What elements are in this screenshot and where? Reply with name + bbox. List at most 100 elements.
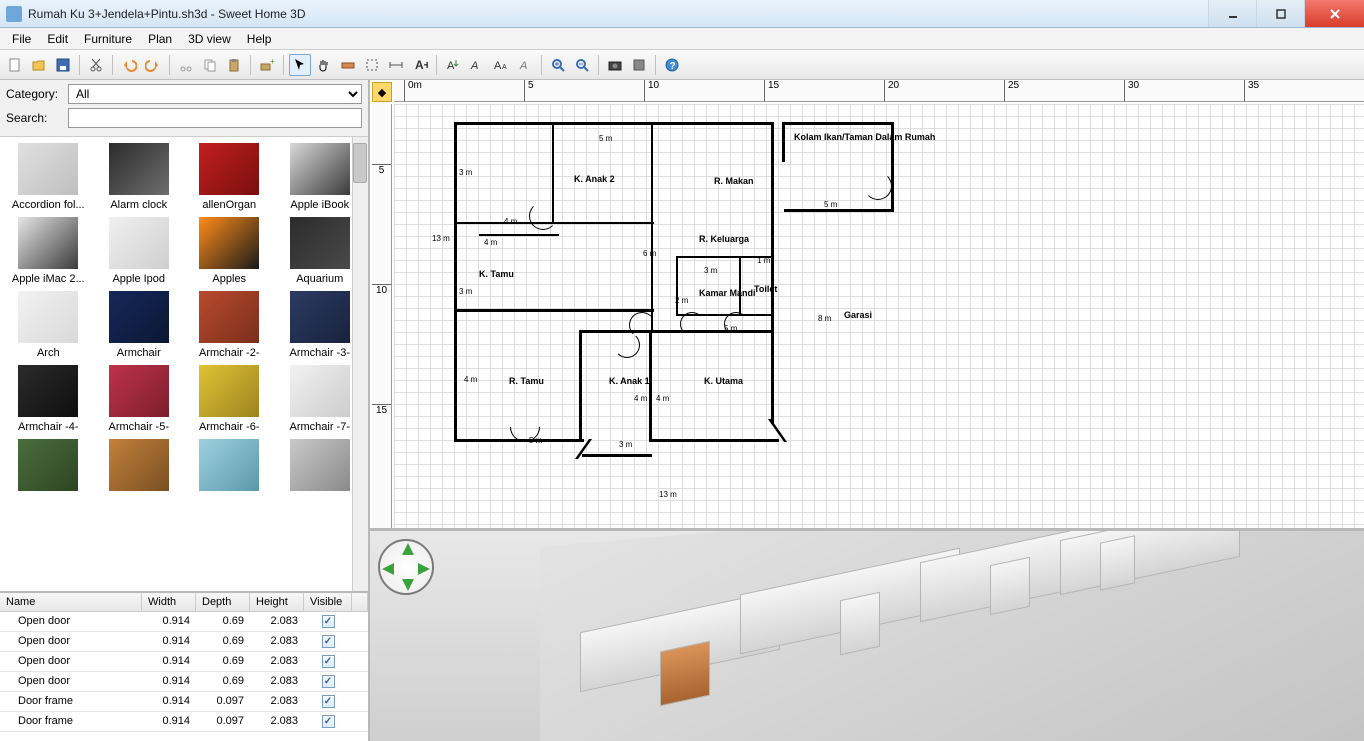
- ruler-vertical: 51015: [372, 104, 392, 528]
- ruler-tick: 10: [644, 80, 659, 101]
- nav-left-icon[interactable]: [382, 563, 394, 575]
- catalog-item[interactable]: [97, 439, 182, 495]
- zoom-out-button[interactable]: [571, 54, 593, 76]
- catalog-item[interactable]: [278, 439, 363, 495]
- app-icon: [6, 6, 22, 22]
- category-select[interactable]: All: [68, 84, 362, 104]
- col-depth[interactable]: Depth: [196, 593, 250, 612]
- import-furniture-button[interactable]: A: [442, 54, 464, 76]
- menu-3dview[interactable]: 3D view: [180, 29, 239, 49]
- catalog-item[interactable]: Apples: [187, 217, 272, 285]
- svg-text:A: A: [494, 60, 502, 72]
- catalog-thumb: [290, 365, 350, 417]
- plan-view[interactable]: ◆ 0m5101520253035 51015: [370, 80, 1364, 531]
- cell-depth: 0.69: [196, 632, 250, 652]
- 3d-view[interactable]: [370, 531, 1364, 741]
- catalog-item[interactable]: Armchair: [97, 291, 182, 359]
- table-row[interactable]: Open door 0.914 0.69 2.083: [0, 672, 368, 692]
- col-width[interactable]: Width: [142, 593, 196, 612]
- cell-width: 0.914: [142, 692, 196, 712]
- catalog-thumb: [199, 217, 259, 269]
- table-row[interactable]: Door frame 0.914 0.097 2.083: [0, 712, 368, 732]
- catalog-item[interactable]: Alarm clock: [97, 143, 182, 211]
- catalog-item[interactable]: Apple iBook: [278, 143, 363, 211]
- new-button[interactable]: [4, 54, 26, 76]
- scroll-thumb[interactable]: [353, 143, 367, 183]
- cell-visible[interactable]: [304, 652, 352, 672]
- font-size-button[interactable]: AA: [490, 54, 512, 76]
- cell-visible[interactable]: [304, 692, 352, 712]
- col-name[interactable]: Name: [0, 593, 142, 612]
- photo-button[interactable]: [604, 54, 626, 76]
- table-row[interactable]: Open door 0.914 0.69 2.083: [0, 652, 368, 672]
- catalog-item[interactable]: Aquarium: [278, 217, 363, 285]
- cell-depth: 0.69: [196, 612, 250, 632]
- catalog-item[interactable]: Armchair -6-: [187, 365, 272, 433]
- cell-visible[interactable]: [304, 672, 352, 692]
- cell-visible[interactable]: [304, 612, 352, 632]
- catalog-scrollbar[interactable]: [352, 137, 368, 591]
- table-row[interactable]: Open door 0.914 0.69 2.083: [0, 612, 368, 632]
- close-button[interactable]: [1304, 0, 1364, 27]
- menu-file[interactable]: File: [4, 29, 39, 49]
- col-height[interactable]: Height: [250, 593, 304, 612]
- catalog-item[interactable]: Armchair -7-: [278, 365, 363, 433]
- wall-tool[interactable]: [337, 54, 359, 76]
- dimension-label: 3 m: [459, 287, 472, 296]
- nav-right-icon[interactable]: [418, 563, 430, 575]
- select-tool[interactable]: [289, 54, 311, 76]
- nav-wheel[interactable]: [378, 539, 434, 595]
- help-button[interactable]: ?: [661, 54, 683, 76]
- minimize-button[interactable]: [1208, 0, 1256, 27]
- catalog-item[interactable]: allenOrgan: [187, 143, 272, 211]
- catalog-item[interactable]: [6, 439, 91, 495]
- save-button[interactable]: [52, 54, 74, 76]
- cut-button[interactable]: [85, 54, 107, 76]
- undo-button[interactable]: [118, 54, 140, 76]
- add-furniture-button[interactable]: +: [256, 54, 278, 76]
- cell-visible[interactable]: [304, 632, 352, 652]
- catalog-thumb: [109, 217, 169, 269]
- catalog-item[interactable]: [187, 439, 272, 495]
- room-label: Kamar Mandi: [699, 288, 756, 298]
- catalog-item[interactable]: Apple iMac 2...: [6, 217, 91, 285]
- maximize-button[interactable]: [1256, 0, 1304, 27]
- nav-up-icon[interactable]: [402, 543, 414, 555]
- menu-edit[interactable]: Edit: [39, 29, 76, 49]
- cell-visible[interactable]: [304, 712, 352, 732]
- room-tool[interactable]: [361, 54, 383, 76]
- col-visible[interactable]: Visible: [304, 593, 352, 612]
- table-row[interactable]: Open door 0.914 0.69 2.083: [0, 632, 368, 652]
- open-button[interactable]: [28, 54, 50, 76]
- font-bold-button[interactable]: A: [466, 54, 488, 76]
- pan-tool[interactable]: [313, 54, 335, 76]
- copy-button[interactable]: [199, 54, 221, 76]
- catalog-thumb: [18, 291, 78, 343]
- catalog-item[interactable]: Armchair -5-: [97, 365, 182, 433]
- cut2-button[interactable]: [175, 54, 197, 76]
- dimension-tool[interactable]: [385, 54, 407, 76]
- furniture-catalog: Accordion fol... Alarm clock allenOrgan …: [0, 137, 368, 591]
- menu-plan[interactable]: Plan: [140, 29, 180, 49]
- cell-width: 0.914: [142, 652, 196, 672]
- menu-furniture[interactable]: Furniture: [76, 29, 140, 49]
- catalog-item[interactable]: Armchair -2-: [187, 291, 272, 359]
- zoom-in-button[interactable]: [547, 54, 569, 76]
- text-tool[interactable]: A+: [409, 54, 431, 76]
- catalog-item[interactable]: Accordion fol...: [6, 143, 91, 211]
- nav-down-icon[interactable]: [402, 579, 414, 591]
- cell-height: 2.083: [250, 712, 304, 732]
- catalog-item[interactable]: Armchair -3-: [278, 291, 363, 359]
- origin-icon[interactable]: ◆: [372, 82, 392, 102]
- preferences-button[interactable]: [628, 54, 650, 76]
- catalog-item[interactable]: Armchair -4-: [6, 365, 91, 433]
- paste-button[interactable]: [223, 54, 245, 76]
- font-style-button[interactable]: A: [514, 54, 536, 76]
- catalog-item[interactable]: Apple Ipod: [97, 217, 182, 285]
- redo-button[interactable]: [142, 54, 164, 76]
- menu-help[interactable]: Help: [239, 29, 280, 49]
- table-row[interactable]: Door frame 0.914 0.097 2.083: [0, 692, 368, 712]
- search-input[interactable]: [68, 108, 362, 128]
- catalog-item[interactable]: Arch: [6, 291, 91, 359]
- room-label: Kolam Ikan/Taman Dalam Rumah: [794, 132, 935, 142]
